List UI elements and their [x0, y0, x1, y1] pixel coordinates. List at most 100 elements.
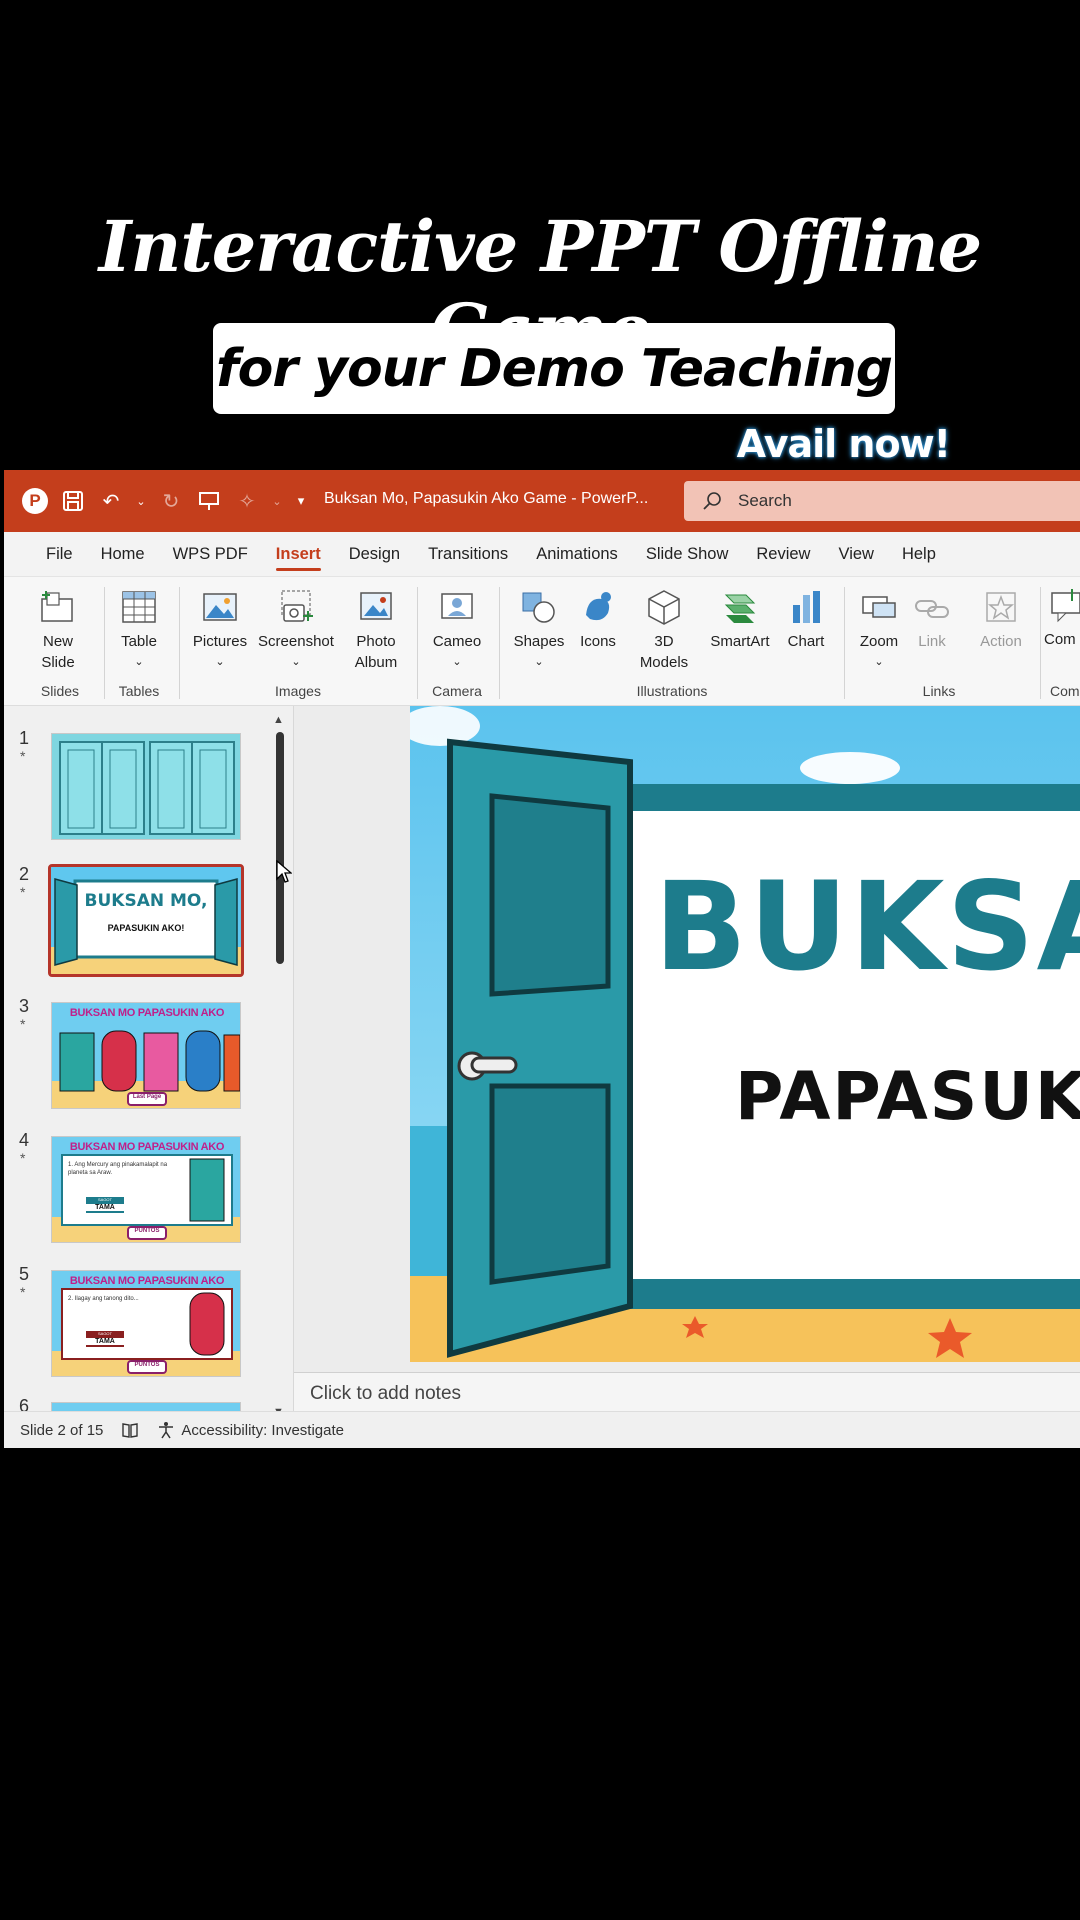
- icons-icon: [576, 585, 620, 629]
- shapes-icon: [517, 585, 561, 629]
- tab-home[interactable]: Home: [87, 532, 159, 576]
- new-slide-icon: [36, 585, 80, 629]
- present-icon[interactable]: [196, 488, 222, 514]
- animation-star-icon: *: [20, 748, 26, 764]
- cube-icon: [642, 585, 686, 629]
- tab-file[interactable]: File: [32, 532, 87, 576]
- slide-thumbnail-2[interactable]: BUKSAN MO, PAPASUKIN AKO!: [48, 864, 244, 977]
- slide-thumbnail-5[interactable]: BUKSAN MO PAPASUKIN AKO 2. Ilagay ang ta…: [51, 1270, 241, 1377]
- screenshot-icon: [274, 585, 318, 629]
- undo-icon[interactable]: ↶: [98, 488, 124, 514]
- slide-thumbnail-6[interactable]: [51, 1402, 241, 1411]
- tab-wps-pdf[interactable]: WPS PDF: [159, 532, 262, 576]
- new-slide-button[interactable]: New Slide: [18, 585, 98, 673]
- table-icon: [117, 585, 161, 629]
- quick-access-toolbar: P ↶ ⌄ ↻ ✧ ⌄ ▾: [4, 488, 308, 514]
- scroll-up-arrow-icon[interactable]: ▲: [273, 714, 284, 726]
- pictures-button[interactable]: Pictures ⌄: [180, 585, 260, 673]
- thumb-sagot: SAGOT: [97, 1331, 112, 1336]
- search-icon: [703, 492, 721, 510]
- photo-album-icon: [354, 585, 398, 629]
- slide-subtitle: PAPASUKI: [735, 1058, 1080, 1135]
- slide-thumbnail-1[interactable]: [51, 733, 241, 840]
- thumb-answer: TAMA: [86, 1338, 124, 1345]
- search-placeholder: Search: [738, 491, 792, 510]
- redo-icon[interactable]: ↻: [158, 488, 184, 514]
- group-separator: [1040, 587, 1041, 699]
- spelling-book-icon[interactable]: [121, 1421, 139, 1439]
- notes-placeholder: Click to add notes: [310, 1383, 462, 1404]
- thumb-points: PUNTOS: [134, 1228, 160, 1234]
- slide-number: 2: [19, 864, 30, 884]
- group-links-label: Links: [922, 683, 956, 699]
- search-box[interactable]: Search: [684, 481, 1080, 521]
- chart-button[interactable]: Chart: [766, 585, 846, 652]
- promo-subtitle: for your Demo Teaching: [216, 338, 893, 399]
- animation-star-icon: *: [20, 1150, 26, 1166]
- thumb-points: PUNTOS: [134, 1362, 160, 1368]
- notes-pane[interactable]: Click to add notes: [294, 1372, 1080, 1411]
- group-tables-label: Tables: [118, 683, 160, 699]
- photo-album-button[interactable]: Photo Album: [336, 585, 416, 673]
- status-bar: Slide 2 of 15 Accessibility: Investigate: [4, 1411, 1080, 1448]
- slide-thumbnail-3[interactable]: BUKSAN MO PAPASUKIN AKO Last Page: [51, 1002, 241, 1109]
- insert-ribbon: New Slide Slides Table ⌄ Tables Pictures…: [4, 576, 1080, 706]
- slide-thumbnail-4[interactable]: BUKSAN MO PAPASUKIN AKO 1. Ang Mercury a…: [51, 1136, 241, 1243]
- chevron-down-icon[interactable]: ⌄: [272, 488, 282, 514]
- group-illustrations-label: Illustrations: [636, 683, 708, 699]
- powerpoint-logo-icon: P: [22, 488, 48, 514]
- tab-slide-show[interactable]: Slide Show: [632, 532, 743, 576]
- accessibility-icon: [159, 1422, 174, 1439]
- tab-help[interactable]: Help: [888, 532, 950, 576]
- avail-now-text: Avail now!: [736, 422, 951, 466]
- table-button[interactable]: Table ⌄: [99, 585, 179, 673]
- save-icon[interactable]: [60, 488, 86, 514]
- ribbon-tabs: File Home WPS PDF Insert Design Transiti…: [4, 532, 1080, 576]
- pen-icon[interactable]: ✧: [234, 488, 260, 514]
- customize-toolbar-icon[interactable]: ▾: [294, 488, 308, 514]
- tab-insert[interactable]: Insert: [262, 532, 335, 576]
- work-area: 1 * 2 * BUKSAN MO, PAPASUKIN AKO! 3 * BU…: [4, 706, 1080, 1418]
- action-star-icon: [979, 585, 1023, 629]
- chevron-down-icon[interactable]: ⌄: [136, 488, 146, 514]
- slide-number: 3: [19, 996, 30, 1016]
- animation-star-icon: *: [20, 1284, 26, 1300]
- slide-number: 1: [19, 728, 30, 748]
- slide-title: BUKSA: [654, 856, 1080, 998]
- thumb-header: BUKSAN MO PAPASUKIN AKO: [69, 1275, 225, 1287]
- title-bar: P ↶ ⌄ ↻ ✧ ⌄ ▾ Buksan Mo, Papasukin Ako G…: [4, 470, 1080, 532]
- link-icon: [910, 585, 954, 629]
- link-button[interactable]: Link: [902, 585, 962, 652]
- thumb-header: BUKSAN MO PAPASUKIN AKO: [69, 1141, 225, 1153]
- scrollbar-thumb[interactable]: [276, 732, 284, 964]
- main-slide-canvas[interactable]: BUKSA PAPASUKI: [410, 706, 1080, 1362]
- slide-number: 4: [19, 1130, 30, 1150]
- animation-star-icon: *: [20, 884, 26, 900]
- accessibility-status[interactable]: Accessibility: Investigate: [157, 1421, 344, 1439]
- powerpoint-window: P ↶ ⌄ ↻ ✧ ⌄ ▾ Buksan Mo, Papasukin Ako G…: [4, 470, 1080, 1448]
- pictures-icon: [198, 585, 242, 629]
- tab-transitions[interactable]: Transitions: [414, 532, 522, 576]
- slide-number: 5: [19, 1264, 30, 1284]
- group-slides-label: Slides: [40, 683, 80, 699]
- slide-counter: Slide 2 of 15: [20, 1421, 104, 1439]
- tab-view[interactable]: View: [824, 532, 887, 576]
- cameo-button[interactable]: Cameo ⌄: [417, 585, 497, 673]
- thumb-question: 2. Ilagay ang tanong dito...: [68, 1296, 139, 1302]
- thumb-title: BUKSAN MO,: [84, 891, 208, 911]
- screenshot-button[interactable]: Screenshot ⌄: [256, 585, 336, 673]
- slide-thumbnails-pane: 1 * 2 * BUKSAN MO, PAPASUKIN AKO! 3 * BU…: [4, 706, 294, 1418]
- group-camera-label: Camera: [432, 683, 482, 699]
- comment-button[interactable]: Com: [1044, 585, 1080, 650]
- document-title: Buksan Mo, Papasukin Ako Game - PowerP..…: [324, 490, 649, 507]
- mouse-cursor-icon: [276, 860, 292, 883]
- thumb-question: 1. Ang Mercury ang pinakamalapit na plan…: [68, 1162, 168, 1176]
- zoom-icon: [857, 585, 901, 629]
- 3d-models-button[interactable]: 3D Models: [624, 585, 704, 673]
- tab-review[interactable]: Review: [742, 532, 824, 576]
- group-images-label: Images: [275, 683, 321, 699]
- tab-animations[interactable]: Animations: [522, 532, 632, 576]
- tab-design[interactable]: Design: [335, 532, 414, 576]
- action-button[interactable]: Action: [961, 585, 1041, 652]
- thumb-answer: TAMA: [86, 1204, 124, 1211]
